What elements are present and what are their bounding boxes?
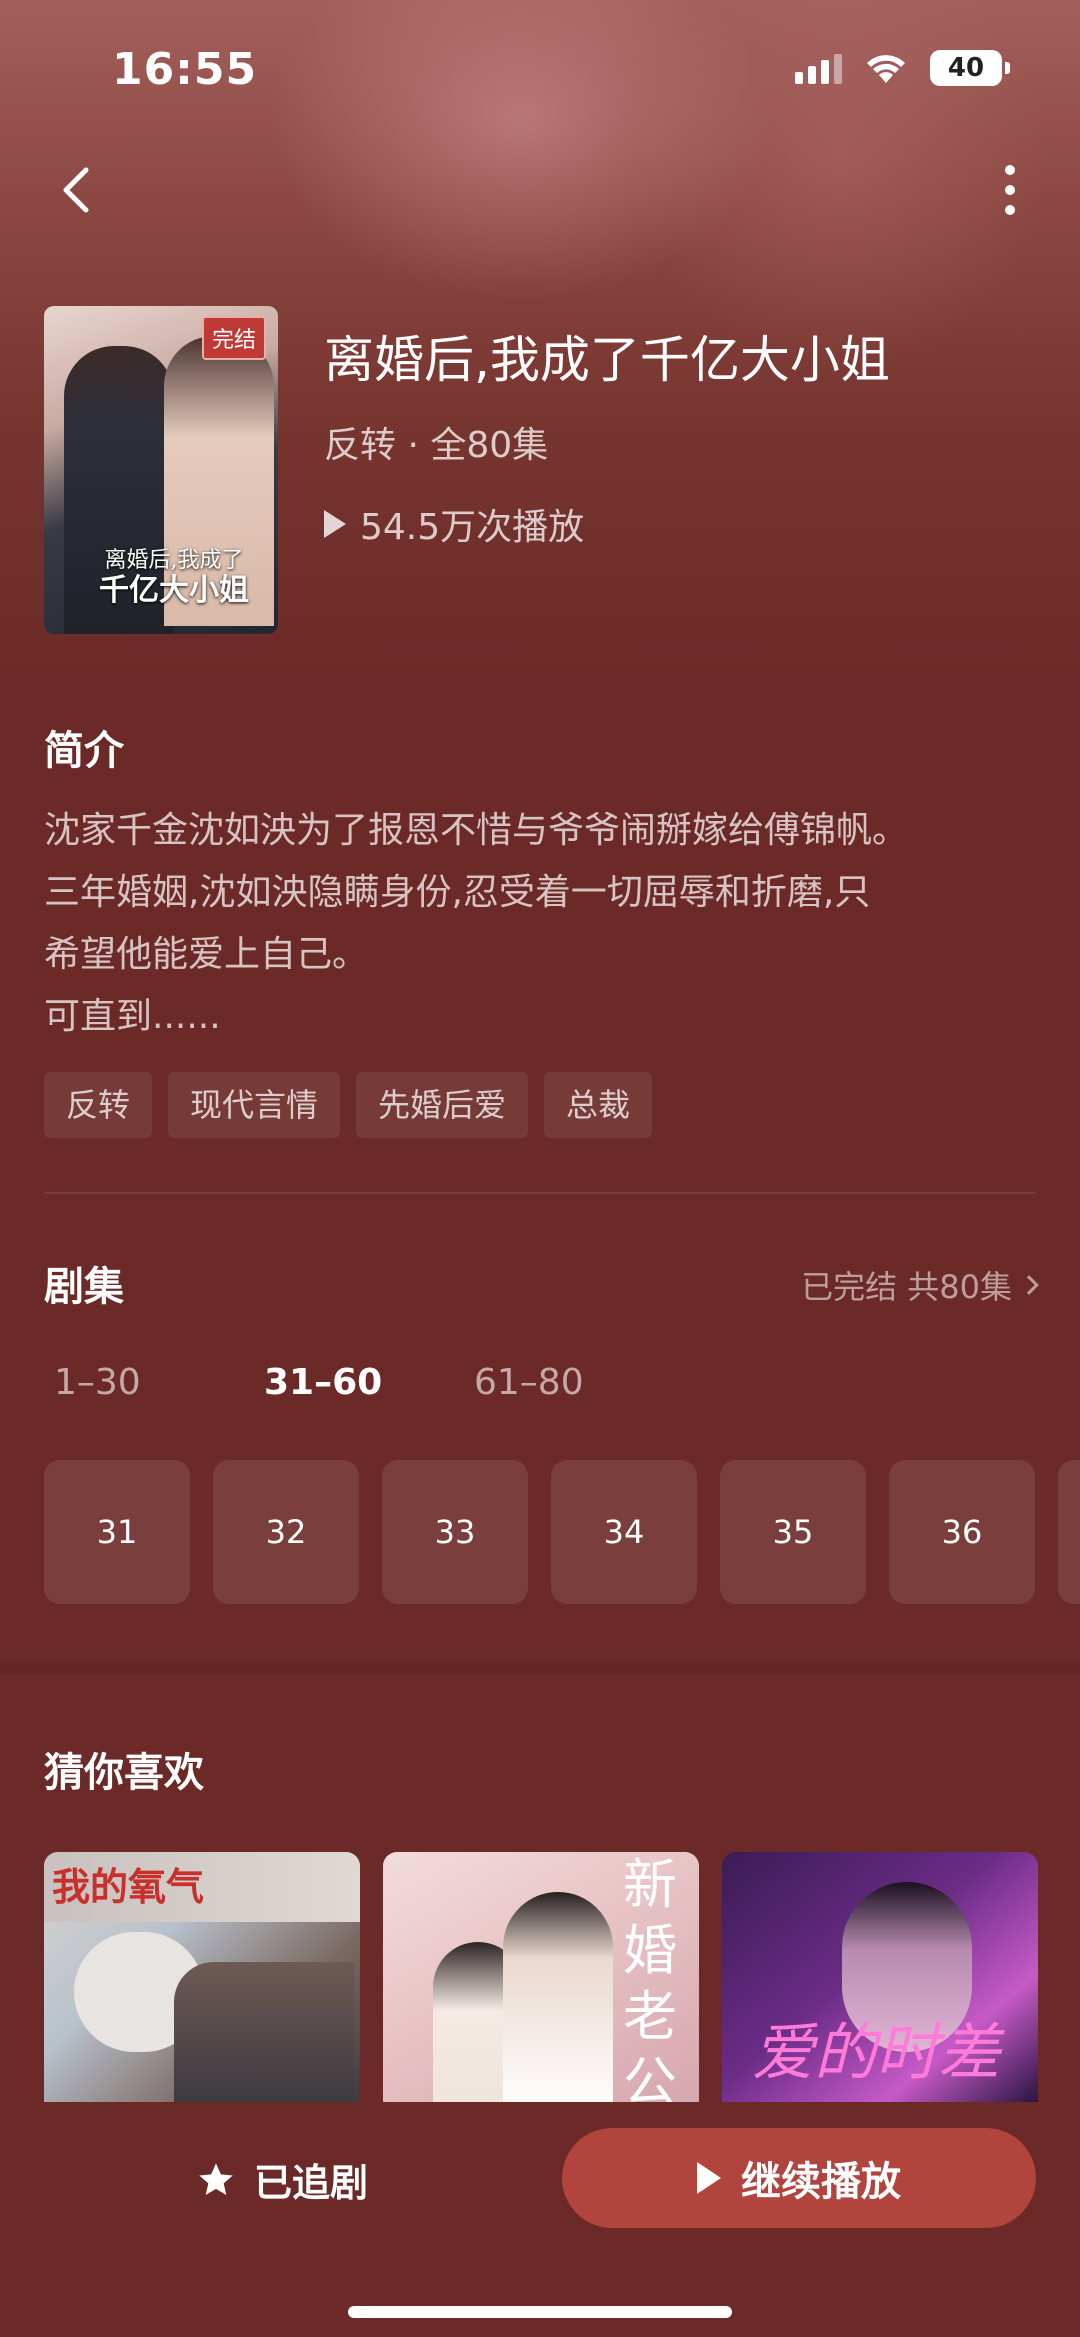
tag-item[interactable]: 反转: [44, 1072, 153, 1138]
episode-button[interactable]: 36: [889, 1460, 1035, 1604]
intro-heading: 简介: [44, 728, 124, 774]
tag-item[interactable]: 现代言情: [168, 1072, 341, 1138]
back-button[interactable]: [50, 160, 110, 220]
chevron-left-icon: [63, 167, 89, 213]
recommend-cover-text: 我的氧气: [52, 1864, 205, 1909]
play-icon: [697, 2162, 721, 2194]
continue-play-button[interactable]: 继续播放: [562, 2128, 1036, 2228]
recommend-heading: 猜你喜欢: [44, 1750, 204, 1796]
intro-text[interactable]: 沈家千金沈如泱为了报恩不惜与爷爷闹掰嫁给傅锦帆。 三年婚姻,沈如泱隐瞒身份,忍受…: [44, 800, 1044, 1048]
recommend-list: 我的氧气 新婚老公 爱的时差: [44, 1852, 1038, 2102]
follow-button[interactable]: 已追剧: [196, 2152, 368, 2207]
range-tab[interactable]: 1–30: [54, 1362, 264, 1403]
more-button[interactable]: [980, 160, 1040, 220]
star-icon: [199, 2162, 233, 2195]
recommend-item[interactable]: 新婚老公: [383, 1852, 699, 2102]
play-count: 54.5万次播放: [324, 498, 584, 550]
tag-item[interactable]: 总裁: [544, 1072, 653, 1138]
episode-range-tabs: 1–30 31–60 61–80: [54, 1362, 684, 1403]
status-icons: 40: [795, 50, 1010, 86]
cellular-signal-icon: [795, 52, 842, 84]
recommend-item[interactable]: 爱的时差: [722, 1852, 1038, 2102]
episode-button-partial[interactable]: [1058, 1460, 1080, 1604]
home-indicator[interactable]: [348, 2306, 732, 2318]
battery-icon: 40: [930, 50, 1010, 86]
top-nav: [0, 150, 1080, 230]
episode-button[interactable]: 35: [720, 1460, 866, 1604]
more-dots-icon: [1005, 165, 1015, 175]
drama-title: 离婚后,我成了千亿大小姐: [324, 331, 890, 389]
episode-button[interactable]: 33: [382, 1460, 528, 1604]
play-icon: [324, 510, 346, 538]
range-tab-active[interactable]: 31–60: [264, 1362, 474, 1403]
episodes-heading: 剧集: [44, 1264, 124, 1310]
completed-badge: 完结: [201, 316, 266, 360]
drama-meta: 反转 · 全80集: [324, 425, 549, 466]
section-separator: [0, 1660, 1080, 1674]
episode-button[interactable]: 34: [551, 1460, 697, 1604]
drama-cover[interactable]: 离婚后,我成了 千亿大小姐 完结: [44, 306, 278, 634]
status-time: 16:55: [112, 44, 258, 95]
episode-button[interactable]: 32: [213, 1460, 359, 1604]
drama-info: 离婚后,我成了 千亿大小姐 完结 离婚后,我成了千亿大小姐 反转 · 全80集 …: [44, 306, 1044, 636]
episode-button[interactable]: 31: [44, 1460, 190, 1604]
cover-title: 离婚后,我成了 千亿大小姐: [99, 548, 249, 608]
tag-list: 反转 现代言情 先婚后爱 总裁: [44, 1072, 653, 1138]
status-bar: 16:55 40: [0, 0, 1080, 140]
divider: [44, 1192, 1036, 1194]
recommend-item[interactable]: 我的氧气: [44, 1852, 360, 2102]
bottom-action-bar: 已追剧 继续播放: [0, 2102, 1080, 2337]
range-tab[interactable]: 61–80: [474, 1362, 684, 1403]
episodes-summary-link[interactable]: 已完结 共80集: [801, 1262, 1039, 1308]
recommend-cover-text: 新婚老公: [623, 1853, 677, 2102]
episode-list: 31 32 33 34 35 36: [44, 1460, 1080, 1604]
chevron-right-icon: [1019, 1275, 1039, 1295]
battery-level: 40: [930, 50, 1002, 86]
tag-item[interactable]: 先婚后爱: [356, 1072, 529, 1138]
recommend-cover-text: 爱的时差: [752, 2016, 1001, 2089]
wifi-icon: [867, 55, 905, 83]
